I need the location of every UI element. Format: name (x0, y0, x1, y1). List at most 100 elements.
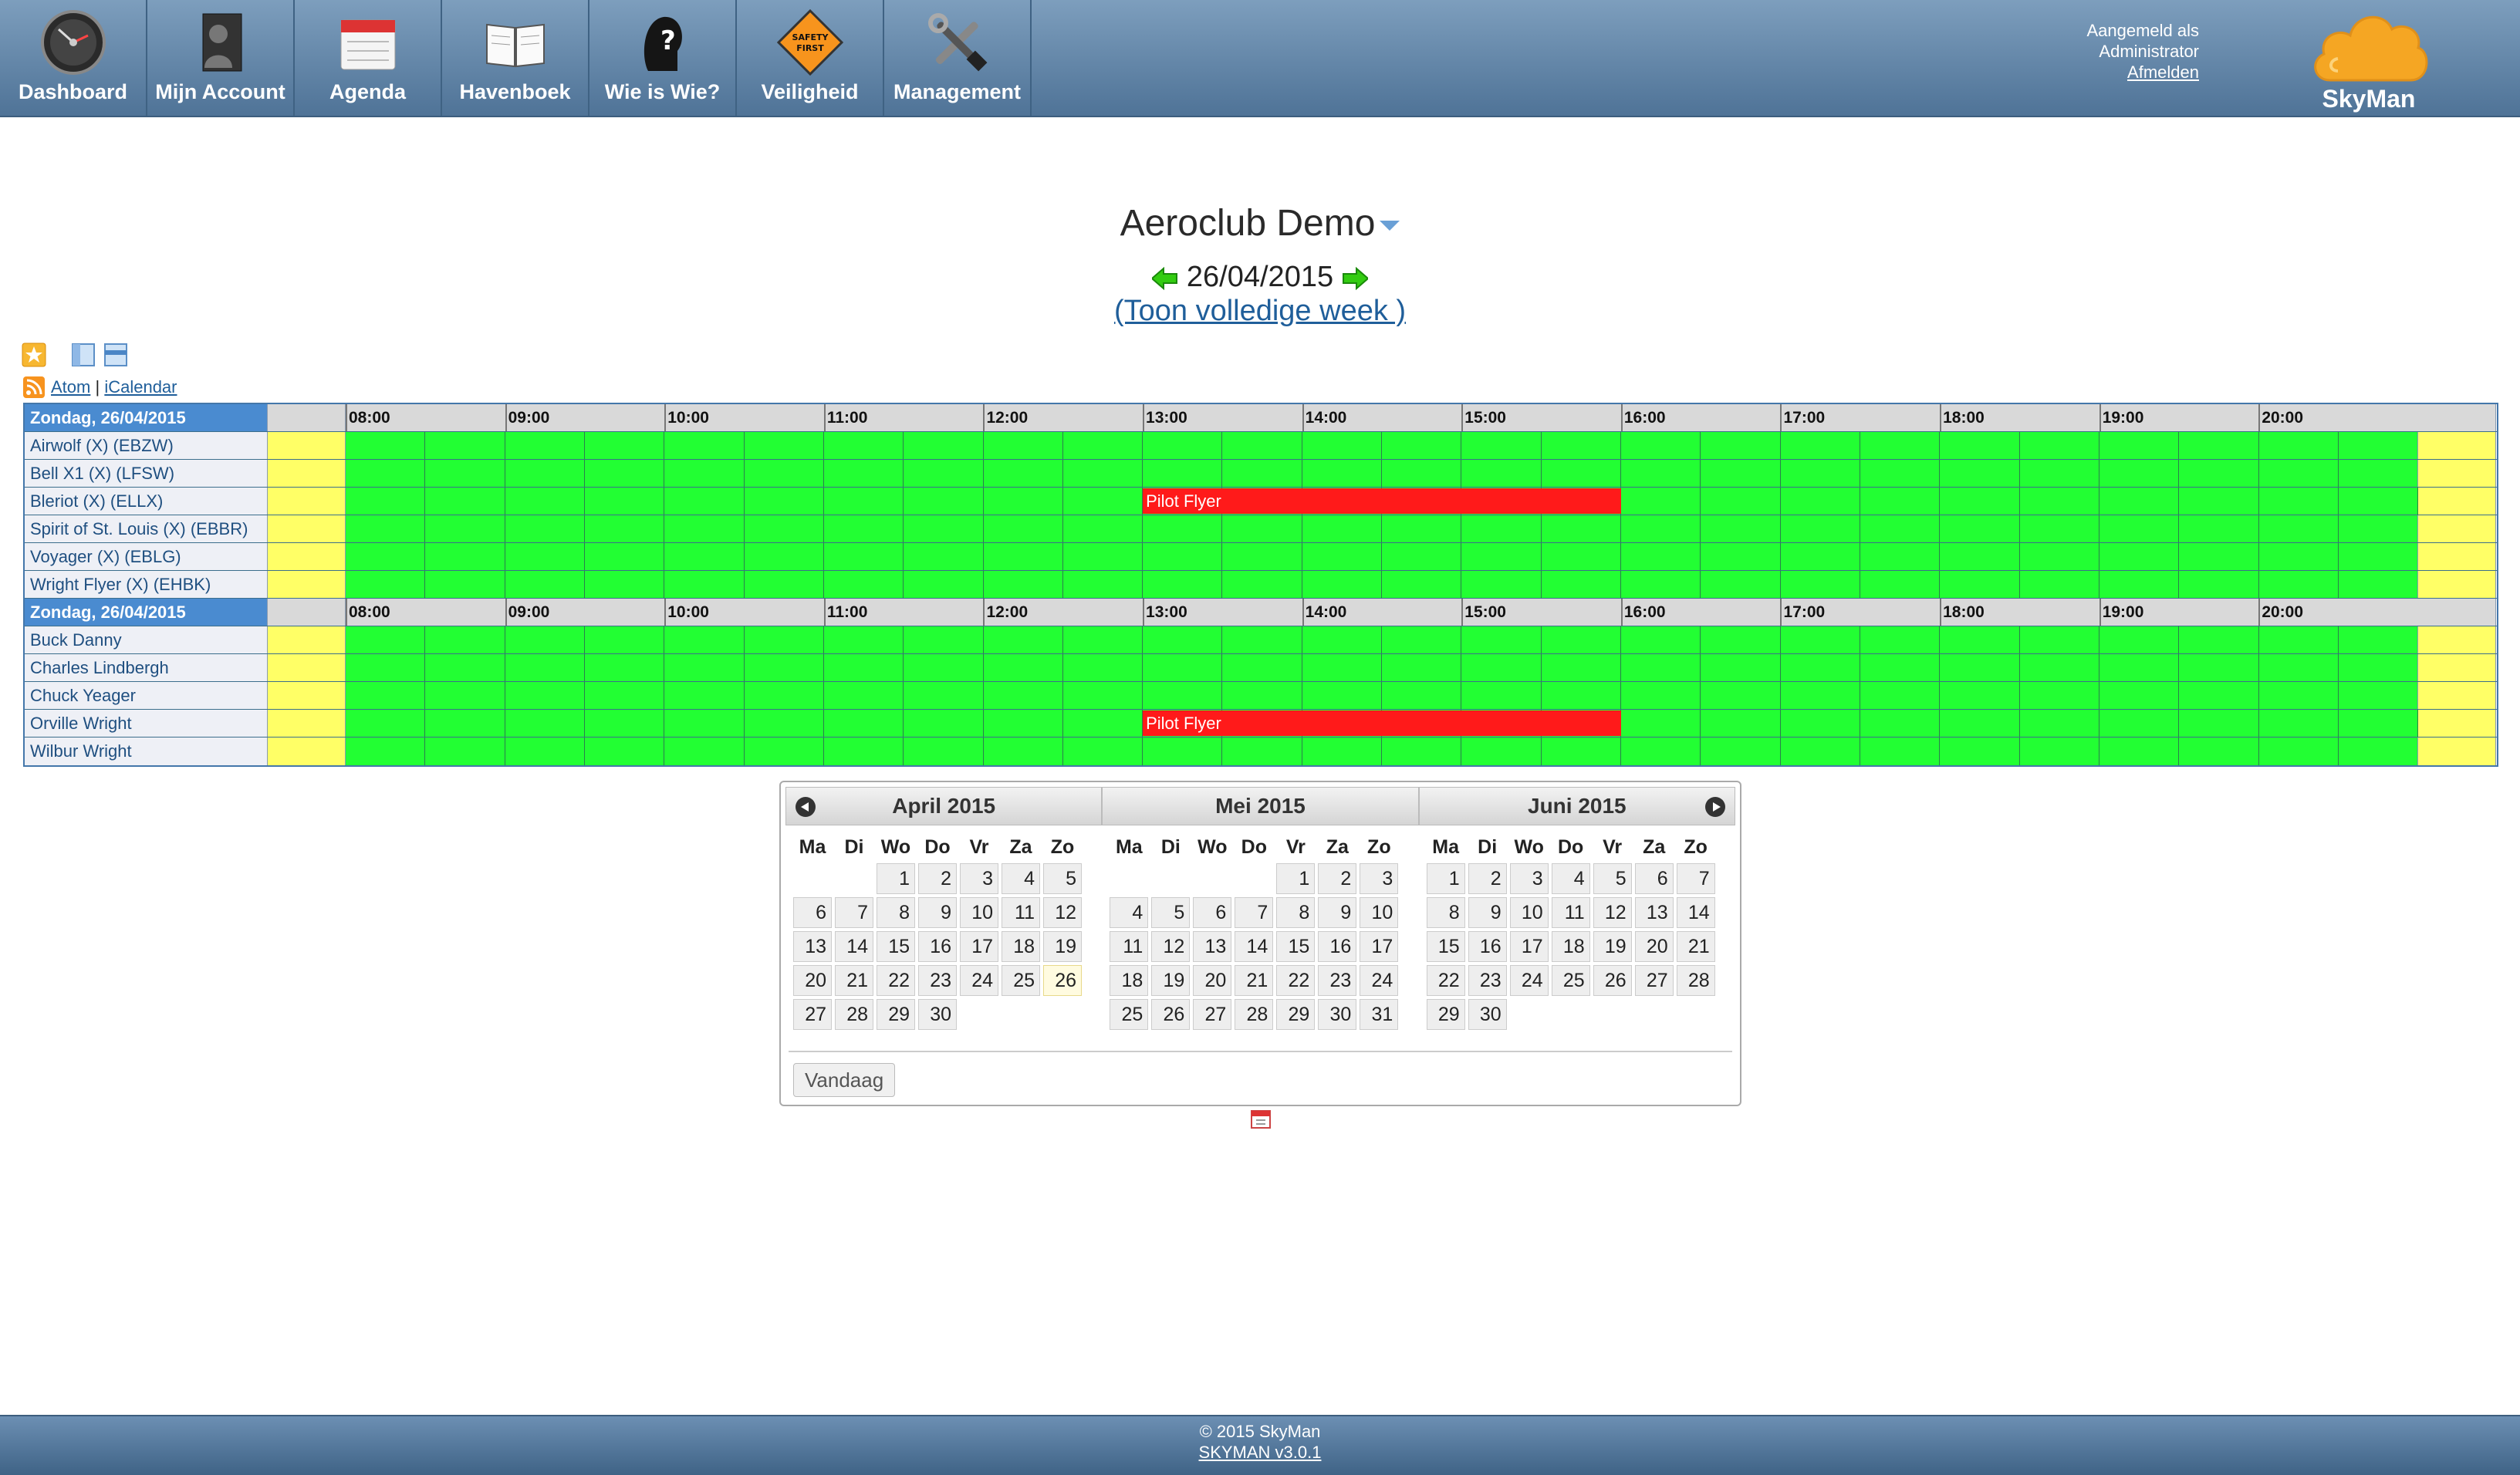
free-timeslot[interactable] (1701, 654, 1781, 681)
calendar-day[interactable]: 25 (1110, 999, 1149, 1030)
free-timeslot[interactable] (1222, 543, 1302, 570)
free-timeslot[interactable] (823, 432, 904, 459)
calendar-day[interactable]: 22 (877, 965, 915, 996)
free-timeslot[interactable] (1621, 738, 1701, 765)
free-timeslot[interactable] (904, 710, 984, 737)
free-timeslot[interactable] (2099, 543, 2180, 570)
calendar-day[interactable]: 2 (1318, 863, 1357, 894)
free-timeslot[interactable] (1062, 515, 1143, 542)
calendar-day[interactable]: 29 (1426, 999, 1465, 1030)
free-timeslot[interactable] (1302, 654, 1383, 681)
free-timeslot[interactable] (2019, 710, 2099, 737)
calendar-day[interactable]: 24 (1509, 965, 1549, 996)
free-timeslot[interactable] (1541, 515, 1621, 542)
calendar-day[interactable]: 4 (1002, 863, 1040, 894)
logout-link[interactable]: Afmelden (2127, 62, 2199, 82)
free-timeslot[interactable] (1701, 432, 1781, 459)
free-timeslot[interactable] (2258, 515, 2339, 542)
calendar-day[interactable]: 24 (960, 965, 998, 996)
free-timeslot[interactable] (1541, 654, 1621, 681)
calendar-day[interactable]: 13 (1634, 897, 1674, 928)
free-timeslot[interactable] (584, 515, 665, 542)
free-timeslot[interactable] (1701, 682, 1781, 709)
free-timeslot[interactable] (1780, 571, 1860, 598)
calendar-day[interactable]: 3 (960, 863, 998, 894)
free-timeslot[interactable] (983, 626, 1063, 653)
free-timeslot[interactable] (1860, 571, 1941, 598)
free-timeslot[interactable] (744, 710, 824, 737)
favorite-star-icon[interactable] (22, 343, 46, 367)
free-timeslot[interactable] (425, 654, 505, 681)
free-timeslot[interactable] (1382, 626, 1462, 653)
free-timeslot[interactable] (1780, 543, 1860, 570)
free-timeslot[interactable] (983, 654, 1063, 681)
free-timeslot[interactable] (2338, 432, 2419, 459)
calendar-day[interactable]: 13 (1193, 931, 1232, 962)
free-timeslot[interactable] (1541, 432, 1621, 459)
free-timeslot[interactable] (1940, 710, 2020, 737)
free-timeslot[interactable] (1461, 543, 1542, 570)
calendar-day[interactable]: 18 (1002, 931, 1040, 962)
free-timeslot[interactable] (1621, 710, 1701, 737)
calendar-day[interactable]: 29 (1276, 999, 1316, 1030)
free-timeslot[interactable] (744, 432, 824, 459)
previous-month-icon[interactable] (796, 797, 816, 817)
free-timeslot[interactable] (2099, 626, 2180, 653)
free-timeslot[interactable] (1461, 738, 1542, 765)
resource-label[interactable]: Orville Wright (25, 710, 268, 737)
free-timeslot[interactable] (1860, 738, 1941, 765)
free-timeslot[interactable] (1701, 738, 1781, 765)
free-timeslot[interactable] (2179, 654, 2259, 681)
free-timeslot[interactable] (1461, 682, 1542, 709)
free-timeslot[interactable] (904, 488, 984, 515)
resource-label[interactable]: Bleriot (X) (ELLX) (25, 488, 268, 515)
free-timeslot[interactable] (584, 460, 665, 487)
free-timeslot[interactable] (1780, 710, 1860, 737)
free-timeslot[interactable] (2258, 626, 2339, 653)
free-timeslot[interactable] (1382, 682, 1462, 709)
free-timeslot[interactable] (1143, 738, 1223, 765)
calendar-day[interactable]: 6 (793, 897, 832, 928)
previous-day-arrow-icon[interactable] (1152, 266, 1178, 290)
icalendar-link[interactable]: iCalendar (104, 377, 177, 397)
calendar-day[interactable]: 21 (1676, 931, 1715, 962)
free-timeslot[interactable] (664, 515, 745, 542)
free-timeslot[interactable] (1143, 571, 1223, 598)
free-timeslot[interactable] (2258, 488, 2339, 515)
free-timeslot[interactable] (2179, 543, 2259, 570)
free-timeslot[interactable] (2019, 460, 2099, 487)
free-timeslot[interactable] (1062, 571, 1143, 598)
free-timeslot[interactable] (2338, 738, 2419, 765)
free-timeslot[interactable] (823, 626, 904, 653)
free-timeslot[interactable] (744, 571, 824, 598)
free-timeslot[interactable] (1780, 460, 1860, 487)
free-timeslot[interactable] (744, 515, 824, 542)
calendar-day[interactable]: 30 (918, 999, 957, 1030)
free-timeslot[interactable] (1062, 654, 1143, 681)
calendar-day[interactable]: 6 (1634, 863, 1674, 894)
resource-label[interactable]: Wright Flyer (X) (EHBK) (25, 571, 268, 598)
free-timeslot[interactable] (1382, 515, 1462, 542)
free-timeslot[interactable] (346, 738, 426, 765)
free-timeslot[interactable] (1701, 460, 1781, 487)
calendar-day[interactable]: 3 (1509, 863, 1549, 894)
free-timeslot[interactable] (1541, 460, 1621, 487)
free-timeslot[interactable] (823, 571, 904, 598)
calendar-day[interactable]: 12 (1151, 931, 1191, 962)
calendar-day[interactable]: 22 (1276, 965, 1316, 996)
free-timeslot[interactable] (2179, 710, 2259, 737)
free-timeslot[interactable] (1222, 515, 1302, 542)
free-timeslot[interactable] (744, 460, 824, 487)
free-timeslot[interactable] (2258, 654, 2339, 681)
free-timeslot[interactable] (2019, 543, 2099, 570)
free-timeslot[interactable] (425, 488, 505, 515)
free-timeslot[interactable] (425, 682, 505, 709)
free-timeslot[interactable] (425, 710, 505, 737)
free-timeslot[interactable] (2019, 626, 2099, 653)
free-timeslot[interactable] (2099, 488, 2180, 515)
free-timeslot[interactable] (1701, 710, 1781, 737)
calendar-day[interactable]: 23 (918, 965, 957, 996)
nav-item-mijn-account[interactable]: Mijn Account (147, 0, 295, 116)
free-timeslot[interactable] (1382, 460, 1462, 487)
free-timeslot[interactable] (1143, 682, 1223, 709)
